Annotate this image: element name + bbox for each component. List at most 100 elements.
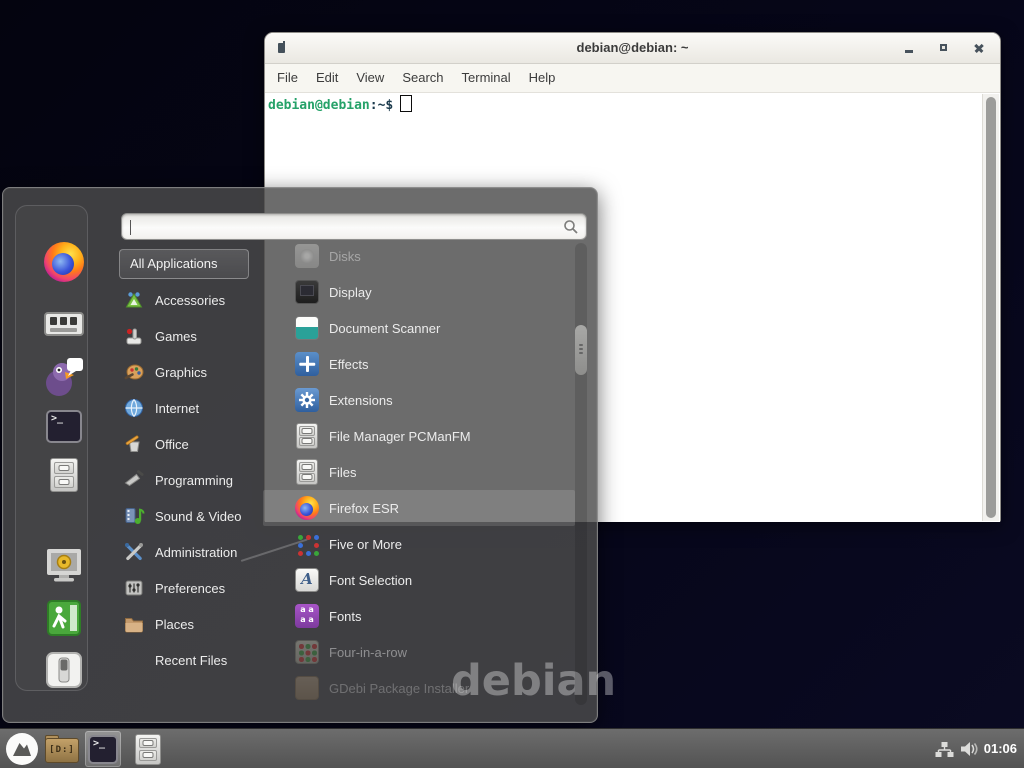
menu-search[interactable]: Search <box>393 64 452 92</box>
pidgin-icon <box>43 356 85 398</box>
favorite-firefox-button[interactable] <box>42 240 86 284</box>
extensions-icon <box>295 388 319 412</box>
menu-terminal[interactable]: Terminal <box>453 64 520 92</box>
firefox-icon <box>44 242 84 282</box>
category-programming[interactable]: Programming <box>119 462 265 498</box>
lock-screen-icon <box>44 547 84 585</box>
favorite-keyboard-button[interactable] <box>42 302 86 346</box>
internet-icon <box>123 397 145 419</box>
app-list-scrollbar[interactable] <box>575 243 587 705</box>
category-label: Games <box>155 329 197 344</box>
folder-icon: [D:] <box>45 735 79 763</box>
all-applications-label: All Applications <box>130 256 217 271</box>
disks-icon <box>295 244 319 268</box>
network-icon[interactable] <box>935 741 954 758</box>
app-item-file-manager-pcmanfm[interactable]: File Manager PCManFM <box>263 418 575 454</box>
menu-help[interactable]: Help <box>520 64 565 92</box>
menu-file[interactable]: File <box>268 64 307 92</box>
terminal-titlebar[interactable]: debian@debian: ~ <box>265 33 1000 64</box>
category-label: Office <box>155 437 189 452</box>
lock-screen-button[interactable] <box>42 544 86 588</box>
clock[interactable]: 01:06 <box>984 729 1017 768</box>
category-all-applications[interactable]: All Applications <box>119 249 249 279</box>
file-manager-icon <box>296 423 318 449</box>
terminal-cursor <box>400 95 412 112</box>
administration-icon <box>123 541 145 563</box>
menu-edit[interactable]: Edit <box>307 64 347 92</box>
folder-label: [D:] <box>45 745 79 755</box>
terminal-scrollbar-thumb[interactable] <box>986 97 996 518</box>
files-icon <box>296 459 318 485</box>
app-item-effects[interactable]: Effects <box>263 346 575 382</box>
terminal-menubar: File Edit View Search Terminal Help <box>265 64 1000 93</box>
app-item-display[interactable]: Display <box>263 274 575 310</box>
minimize-button[interactable] <box>901 40 917 56</box>
category-recent-files[interactable]: Recent Files <box>119 642 265 678</box>
shut-down-button[interactable] <box>42 648 86 692</box>
effects-icon <box>295 352 319 376</box>
menu-logo-icon <box>5 732 39 766</box>
graphics-icon <box>123 361 145 383</box>
app-list-scrollbar-thumb[interactable] <box>575 325 587 375</box>
category-games[interactable]: Games <box>119 318 265 354</box>
category-internet[interactable]: Internet <box>119 390 265 426</box>
application-menu: debian <box>2 187 598 723</box>
favorite-terminal-button[interactable] <box>42 404 86 448</box>
category-accessories[interactable]: Accessories <box>119 282 265 318</box>
taskbar-terminal-button[interactable] <box>85 731 121 767</box>
app-item-files[interactable]: Files <box>263 454 575 490</box>
favorites-panel <box>15 205 88 691</box>
accessories-icon <box>123 289 145 311</box>
app-item-extensions[interactable]: Extensions <box>263 382 575 418</box>
favorite-pidgin-button[interactable] <box>42 355 86 399</box>
log-out-button[interactable] <box>42 596 86 640</box>
taskbar-files-button[interactable] <box>130 731 166 767</box>
close-button[interactable] <box>971 40 987 56</box>
app-item-document-scanner[interactable]: Document Scanner <box>263 310 575 346</box>
firefox-icon <box>295 496 319 520</box>
prompt-user: debian@debian <box>268 98 370 113</box>
category-label: Sound & Video <box>155 509 242 524</box>
programming-icon <box>123 469 145 491</box>
taskbar: [D:] 01:06 <box>0 728 1024 768</box>
app-item-gdebi-package-installer[interactable]: GDebi Package Installer <box>263 670 575 706</box>
app-item-disks[interactable]: Disks <box>263 238 575 274</box>
sound-video-icon <box>123 505 145 527</box>
app-item-firefox-esr[interactable]: Firefox ESR <box>263 490 575 526</box>
volume-icon[interactable] <box>960 741 978 757</box>
menu-button[interactable] <box>4 731 40 767</box>
category-sound-video[interactable]: Sound & Video <box>119 498 265 534</box>
category-label: Places <box>155 617 194 632</box>
menu-view[interactable]: View <box>347 64 393 92</box>
taskbar-file-manager-button[interactable]: [D:] <box>44 731 80 767</box>
app-item-five-or-more[interactable]: Five or More <box>263 526 575 562</box>
category-administration[interactable]: Administration <box>119 534 265 570</box>
application-list: Disks Display Document Scanner Effects E… <box>263 238 575 720</box>
category-places[interactable]: Places <box>119 606 265 642</box>
keyboard-icon <box>44 309 84 339</box>
preferences-icon <box>123 577 145 599</box>
category-label: Administration <box>155 545 237 560</box>
app-item-font-selection[interactable]: Font Selection <box>263 562 575 598</box>
category-office[interactable]: Office <box>119 426 265 462</box>
search-input[interactable] <box>132 215 556 238</box>
five-or-more-icon <box>295 532 319 556</box>
category-graphics[interactable]: Graphics <box>119 354 265 390</box>
log-out-icon <box>46 599 82 637</box>
category-label: Programming <box>155 473 233 488</box>
category-label: Preferences <box>155 581 225 596</box>
app-item-fonts[interactable]: Fonts <box>263 598 575 634</box>
favorite-files-button[interactable] <box>42 453 86 497</box>
four-in-a-row-icon <box>295 640 319 664</box>
maximize-button[interactable] <box>936 40 952 56</box>
category-preferences[interactable]: Preferences <box>119 570 265 606</box>
terminal-scrollbar[interactable] <box>982 94 999 521</box>
search-box[interactable] <box>121 213 587 240</box>
display-icon <box>295 280 319 304</box>
fonts-icon <box>295 604 319 628</box>
shut-down-icon <box>45 651 83 689</box>
terminal-icon <box>88 735 118 764</box>
font-selection-icon <box>295 568 319 592</box>
office-icon <box>123 433 145 455</box>
app-item-four-in-a-row[interactable]: Four-in-a-row <box>263 634 575 670</box>
